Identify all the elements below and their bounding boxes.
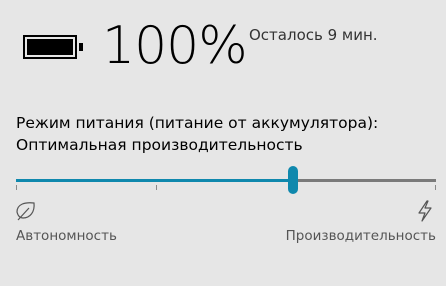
slider-thumb[interactable] xyxy=(288,166,299,194)
slider-right-label: Производительность xyxy=(285,228,436,244)
battery-icon xyxy=(23,35,83,59)
battery-percentage: 100% xyxy=(102,16,248,76)
leaf-icon xyxy=(16,202,35,221)
power-mode-slider[interactable] xyxy=(16,165,436,195)
power-mode-value: Оптимальная производительность xyxy=(16,136,303,154)
slider-tick xyxy=(16,185,17,190)
slider-tick xyxy=(435,185,436,190)
lightning-bolt-icon xyxy=(418,200,432,222)
power-mode-label: Режим питания (питание от аккумулятора): xyxy=(16,114,379,132)
slider-left-label: Автономность xyxy=(16,228,117,244)
slider-tick xyxy=(156,185,157,190)
slider-track-fill xyxy=(16,179,294,182)
battery-tip xyxy=(79,43,83,51)
battery-level-fill xyxy=(27,39,73,55)
battery-time-remaining: Осталось 9 мин. xyxy=(249,26,378,44)
